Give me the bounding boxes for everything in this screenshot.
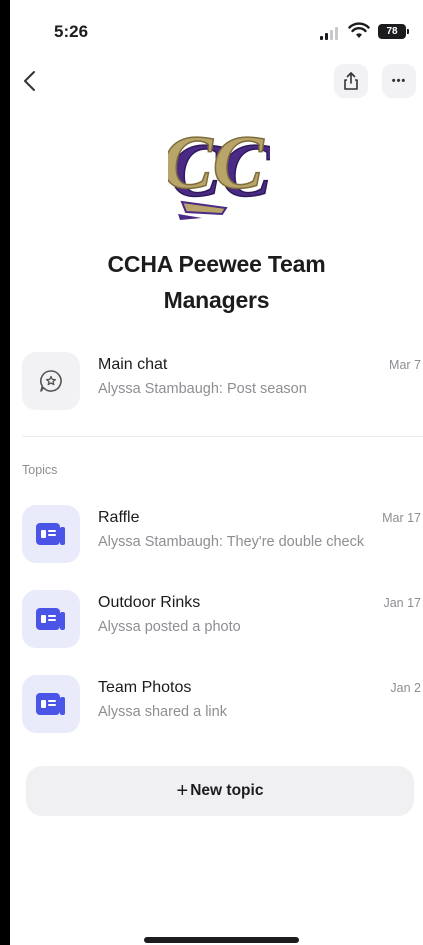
wifi-icon [348, 22, 370, 38]
topic-row-team-photos[interactable]: Team Photos Alyssa shared a link Jan 2 [10, 667, 423, 741]
topic-name: Raffle [98, 509, 140, 526]
divider [22, 436, 423, 437]
topic-icon-box [22, 590, 80, 648]
group-title-line1: CCHA Peewee Team [107, 251, 326, 277]
battery-icon: 78 [378, 24, 409, 39]
topic-preview: Alyssa shared a link [98, 704, 227, 720]
topic-icon [36, 608, 65, 630]
topic-icon [36, 693, 65, 715]
main-chat-preview: Alyssa Stambaugh: Post season [98, 381, 307, 397]
signal-icon [320, 26, 342, 40]
home-indicator[interactable] [144, 937, 299, 943]
new-topic-button[interactable]: + New topic [26, 766, 414, 816]
main-chat-name: Main chat [98, 356, 168, 373]
main-chat-date: Mar 7 [389, 358, 421, 372]
topic-preview: Alyssa posted a photo [98, 619, 241, 635]
main-chat-icon-box [22, 352, 80, 410]
more-options-button[interactable]: ••• [382, 64, 416, 98]
topic-icon-box [22, 675, 80, 733]
group-title-line2: Managers [163, 287, 270, 313]
chevron-left-icon [24, 71, 35, 91]
share-button[interactable] [334, 64, 368, 98]
topic-date: Jan 2 [390, 681, 421, 695]
topic-row-raffle[interactable]: Raffle Alyssa Stambaugh: They're double … [10, 497, 423, 571]
topic-name: Outdoor Rinks [98, 594, 201, 611]
group-chat-screen: 5:26 78 ••• CC CC CCHA Peewee Team Manag… [10, 0, 423, 945]
group-title: CCHA Peewee Team Managers [10, 246, 423, 318]
topics-section-label: Topics [22, 463, 58, 477]
topic-name: Team Photos [98, 679, 192, 696]
topic-preview: Alyssa Stambaugh: They're double check [98, 534, 365, 550]
back-button[interactable] [16, 64, 44, 96]
chat-bubble-icon [40, 370, 62, 392]
ellipsis-icon: ••• [391, 75, 407, 87]
status-bar: 5:26 78 [10, 0, 423, 62]
topic-icon-box [22, 505, 80, 563]
main-chat-row[interactable]: Main chat Alyssa Stambaugh: Post season … [10, 344, 423, 418]
new-topic-label: New topic [190, 782, 264, 799]
share-icon [344, 72, 358, 90]
topic-date: Mar 17 [382, 511, 421, 525]
logo-letter-front: CC [168, 126, 265, 205]
topic-date: Jan 17 [383, 596, 421, 610]
topic-icon [36, 523, 65, 545]
team-logo: CC CC [168, 126, 270, 220]
topic-row-outdoor-rinks[interactable]: Outdoor Rinks Alyssa posted a photo Jan … [10, 582, 423, 656]
status-time: 5:26 [54, 22, 89, 41]
plus-icon: + [176, 779, 189, 802]
